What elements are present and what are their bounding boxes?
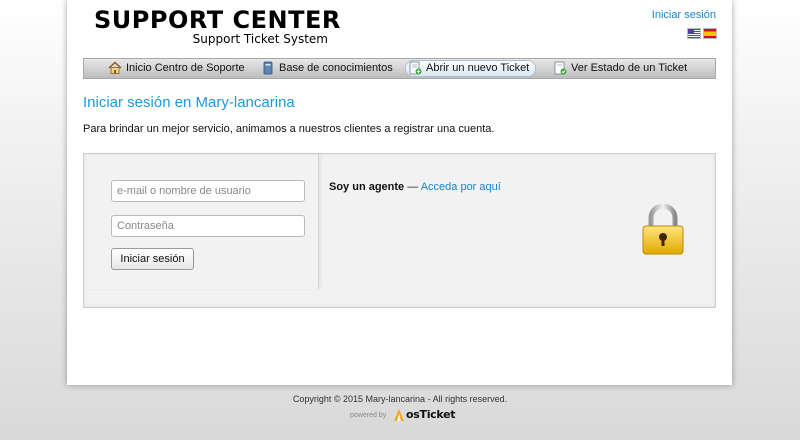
login-link[interactable]: Iniciar sesión <box>652 9 716 21</box>
nav-item-new-ticket[interactable]: Abrir un nuevo Ticket <box>405 60 537 77</box>
logo-title: SUPPORT CENTER <box>94 6 341 34</box>
powered-by-label: powered by <box>350 412 387 419</box>
login-box: Iniciar sesión Soy un agente — Acceda po… <box>83 153 716 308</box>
logo[interactable]: SUPPORT CENTER Support Ticket System <box>94 6 340 48</box>
agent-login-link[interactable]: Acceda por aquí <box>421 181 501 193</box>
home-icon <box>108 61 122 74</box>
osticket-logo-icon <box>394 409 404 421</box>
new-ticket-icon <box>409 61 422 75</box>
agent-label: Soy un agente <box>329 181 405 193</box>
ticket-status-icon <box>554 61 567 75</box>
login-button[interactable]: Iniciar sesión <box>111 248 194 270</box>
powered-by[interactable]: powered by osTicket <box>350 406 456 424</box>
main-nav: Inicio Centro de Soporte Base de conocim… <box>83 58 716 79</box>
page-container: SUPPORT CENTER Support Ticket System Ini… <box>67 0 732 385</box>
intro-text: Para brindar un mejor servicio, animamos… <box>83 123 495 135</box>
password-input[interactable] <box>111 215 305 237</box>
login-form: Iniciar sesión <box>84 154 319 289</box>
osticket-logo: osTicket <box>392 406 456 424</box>
nav-item-knowledgebase[interactable]: Base de conocimientos <box>259 61 393 76</box>
us-flag-icon[interactable] <box>687 28 701 39</box>
nav-item-label: Inicio Centro de Soporte <box>126 62 245 74</box>
osticket-brand: osTicket <box>406 408 456 421</box>
logo-subtitle: Support Ticket System <box>192 32 328 46</box>
nav-item-home[interactable]: Inicio Centro de Soporte <box>106 61 245 76</box>
lock-icon <box>642 204 684 255</box>
username-input[interactable] <box>111 180 305 202</box>
agent-separator: — <box>404 181 421 193</box>
nav-item-label: Ver Estado de un Ticket <box>571 62 688 74</box>
book-icon <box>263 61 273 75</box>
nav-item-label: Base de conocimientos <box>279 62 393 74</box>
agent-login-line: Soy un agente — Acceda por aquí <box>329 181 501 193</box>
page-title: Iniciar sesión en Mary-lancarina <box>83 94 295 111</box>
nav-item-ticket-status[interactable]: Ver Estado de un Ticket <box>551 61 687 76</box>
es-flag-icon[interactable] <box>703 28 717 39</box>
nav-item-label: Abrir un nuevo Ticket <box>426 62 530 74</box>
copyright: Copyright © 2015 Mary-lancarina - All ri… <box>292 394 508 404</box>
